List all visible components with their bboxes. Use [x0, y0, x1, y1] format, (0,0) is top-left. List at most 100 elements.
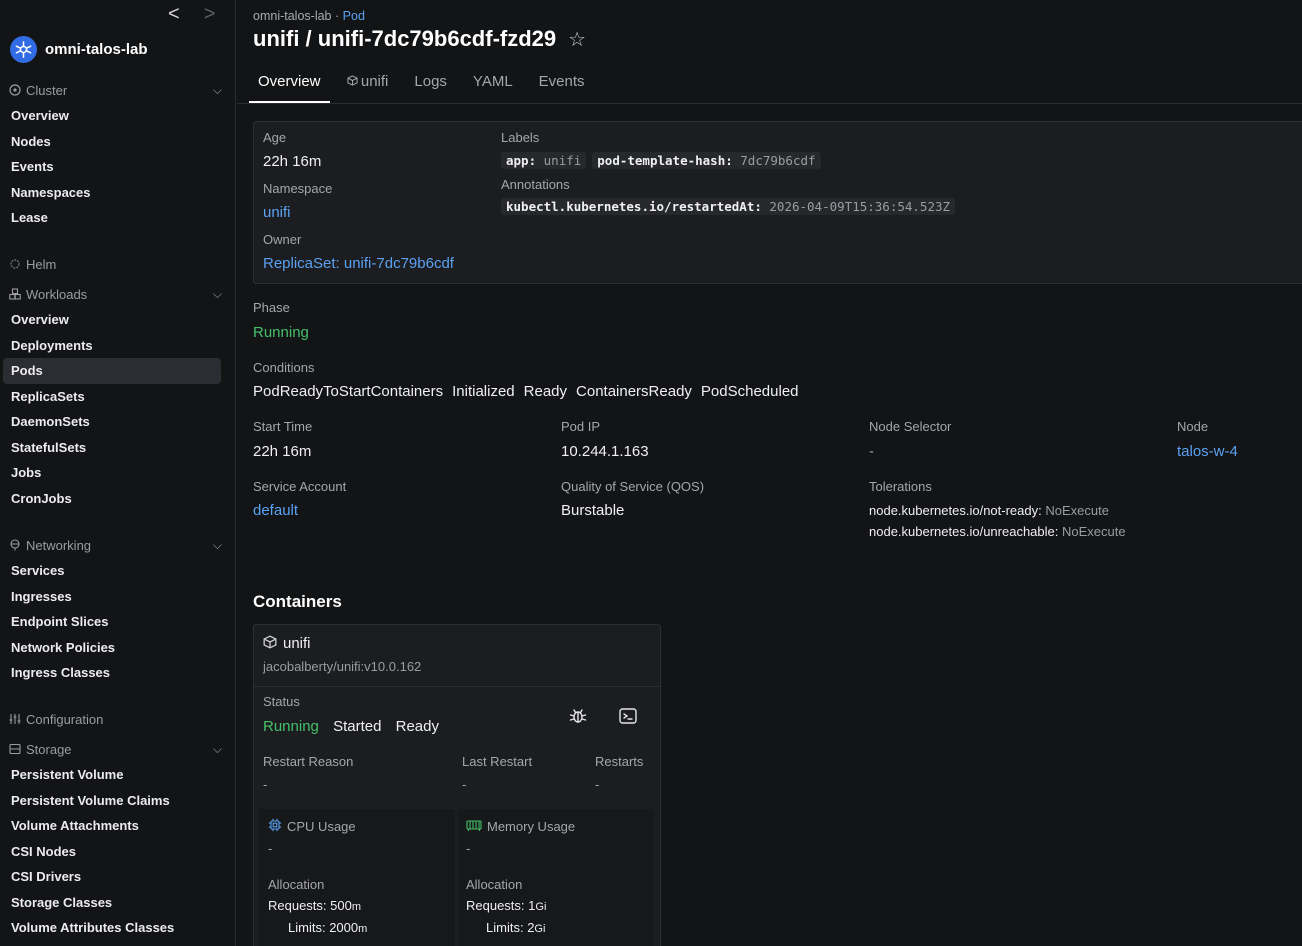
- sidebar-section-header-storage[interactable]: Storage ⌵: [0, 739, 236, 759]
- tab-label: Logs: [414, 73, 447, 90]
- sidebar-item-namespaces[interactable]: Namespaces: [0, 180, 236, 206]
- container-image: jacobalberty/unifi:v10.0.162: [263, 659, 422, 674]
- last-restart-value: -: [462, 777, 467, 792]
- owner-link[interactable]: ReplicaSet: unifi-7dc79b6cdf: [263, 255, 454, 272]
- star-icon[interactable]: ☆: [568, 27, 586, 52]
- debug-bug-icon[interactable]: [568, 706, 590, 728]
- conditions-list: PodReadyToStartContainers Initialized Re…: [253, 383, 808, 400]
- chevron-down-icon: ⌵: [212, 82, 222, 97]
- label-key: app:: [506, 153, 537, 168]
- main-content: omni-talos-lab · Pod unifi / unifi-7dc79…: [237, 0, 1302, 946]
- cpu-usage-header: CPU Usage: [268, 818, 356, 835]
- terminal-icon[interactable]: [618, 706, 640, 728]
- tolerations-list: node.kubernetes.io/not-ready: NoExecute …: [869, 500, 1126, 542]
- memory-requests-label: Requests:: [466, 898, 525, 913]
- sidebar-item-ingresses[interactable]: Ingresses: [0, 584, 236, 610]
- restarts-value: -: [595, 777, 600, 792]
- sidebar-item-volume-attachments[interactable]: Volume Attachments: [0, 813, 236, 839]
- node-link[interactable]: talos-w-4: [1177, 443, 1238, 460]
- condition-badge: PodScheduled: [700, 383, 799, 400]
- sidebar-section-label: Networking: [26, 537, 92, 553]
- cpu-limits-value: 2000: [329, 920, 359, 935]
- label-key: pod-template-hash:: [597, 153, 733, 168]
- sidebar-section-cluster: Cluster ⌵ Overview Nodes Events Namespac…: [0, 80, 236, 231]
- forward-arrow-icon[interactable]: >: [204, 4, 216, 24]
- sidebar-section-header-workloads[interactable]: Workloads ⌵: [0, 284, 236, 304]
- sidebar-section-networking: Networking ⌵ Services Ingresses Endpoint…: [0, 535, 236, 686]
- container-status: Running Started Ready: [263, 718, 439, 735]
- container-state: Running: [263, 718, 319, 735]
- memory-requests: Requests: 1Gi: [466, 898, 546, 913]
- sidebar-item-cronjobs[interactable]: CronJobs: [0, 486, 236, 512]
- sidebar-item-pods[interactable]: Pods: [3, 358, 221, 384]
- tab-container-unifi[interactable]: unifi: [338, 70, 398, 103]
- title-row: unifi / unifi-7dc79b6cdf-fzd29 ☆: [253, 26, 586, 52]
- sidebar-section-label: Helm: [26, 256, 57, 272]
- cluster-icon: [8, 84, 21, 97]
- cpu-allocation-label: Allocation: [268, 877, 325, 892]
- restart-reason-value: -: [263, 777, 268, 792]
- sidebar-section-label: Cluster: [26, 82, 68, 98]
- sidebar-item-replicasets[interactable]: ReplicaSets: [0, 384, 236, 410]
- metadata-panel: Age 22h 16m Namespace unifi Owner Replic…: [253, 121, 1302, 284]
- sidebar-section-header-networking[interactable]: Networking ⌵: [0, 535, 236, 555]
- kubernetes-logo-icon: [10, 36, 37, 63]
- tabs-divider: [237, 103, 1302, 104]
- qos-label: Quality of Service (QOS): [561, 479, 705, 494]
- sidebar-item-jobs[interactable]: Jobs: [0, 460, 236, 486]
- cpu-requests-label: Requests:: [268, 898, 327, 913]
- cpu-requests-value: 500: [330, 898, 352, 913]
- namespace-link[interactable]: unifi: [263, 204, 291, 221]
- condition-badge: Ready: [523, 383, 568, 400]
- cpu-limits-unit: m: [358, 923, 368, 935]
- sidebar-item-services[interactable]: Services: [0, 558, 236, 584]
- cluster-switcher[interactable]: omni-talos-lab: [10, 36, 148, 63]
- sidebar-item-workloads-overview[interactable]: Overview: [0, 307, 236, 333]
- storage-icon: [8, 743, 21, 756]
- sidebar-item-statefulsets[interactable]: StatefulSets: [0, 435, 236, 461]
- sidebar-item-volume-attributes-classes[interactable]: Volume Attributes Classes: [0, 915, 236, 941]
- sidebar-item-daemonsets[interactable]: DaemonSets: [0, 409, 236, 435]
- sidebar-section-header-configuration[interactable]: Configuration: [0, 709, 236, 729]
- sidebar-section-header-cluster[interactable]: Cluster ⌵: [0, 80, 236, 100]
- memory-usage-value: -: [466, 841, 471, 856]
- sidebar-item-cluster-overview[interactable]: Overview: [0, 103, 236, 129]
- sidebar-item-network-policies[interactable]: Network Policies: [0, 635, 236, 661]
- sidebar-item-ingress-classes[interactable]: Ingress Classes: [0, 660, 236, 686]
- service-account-link[interactable]: default: [253, 502, 298, 519]
- tab-events[interactable]: Events: [530, 70, 594, 103]
- pod-ip-label: Pod IP: [561, 419, 601, 434]
- memory-limits-label: Limits:: [486, 920, 524, 935]
- sidebar-section-label: Configuration: [26, 711, 104, 727]
- label-chip: pod-template-hash: 7dc79b6cdf: [592, 152, 821, 169]
- tab-yaml[interactable]: YAML: [464, 70, 522, 103]
- restarts-label: Restarts: [595, 754, 644, 769]
- sidebar-section-header-helm[interactable]: Helm: [0, 254, 236, 274]
- container-icon: [263, 635, 277, 652]
- tolerations-label: Tolerations: [869, 479, 932, 494]
- sidebar-item-persistent-volume[interactable]: Persistent Volume: [0, 762, 236, 788]
- breadcrumb-kind[interactable]: Pod: [343, 9, 365, 23]
- cpu-usage-value: -: [268, 841, 273, 856]
- sidebar-item-events[interactable]: Events: [0, 154, 236, 180]
- sidebar-item-csi-drivers[interactable]: CSI Drivers: [0, 864, 236, 890]
- breadcrumb-separator: ·: [335, 9, 340, 23]
- breadcrumb-cluster[interactable]: omni-talos-lab: [253, 9, 332, 23]
- sidebar-item-storage-classes[interactable]: Storage Classes: [0, 890, 236, 916]
- back-arrow-icon[interactable]: <: [168, 4, 180, 24]
- sidebar-item-nodes[interactable]: Nodes: [0, 129, 236, 155]
- sidebar-item-deployments[interactable]: Deployments: [0, 333, 236, 359]
- container-flag: Ready: [395, 718, 439, 735]
- tab-logs[interactable]: Logs: [405, 70, 456, 103]
- workloads-icon: [8, 288, 21, 301]
- sidebar-item-endpoint-slices[interactable]: Endpoint Slices: [0, 609, 236, 635]
- tab-overview[interactable]: Overview: [249, 70, 330, 103]
- tab-bar: Overview unifi Logs YAML Events: [249, 70, 602, 103]
- sidebar-item-persistent-volume-claims[interactable]: Persistent Volume Claims: [0, 788, 236, 814]
- sidebar-item-csi-nodes[interactable]: CSI Nodes: [0, 839, 236, 865]
- cpu-requests: Requests: 500m: [268, 898, 361, 913]
- age-value: 22h 16m: [263, 153, 322, 170]
- sidebar-item-lease[interactable]: Lease: [0, 205, 236, 231]
- history-nav: < >: [168, 4, 215, 24]
- labels-label: Labels: [501, 130, 540, 145]
